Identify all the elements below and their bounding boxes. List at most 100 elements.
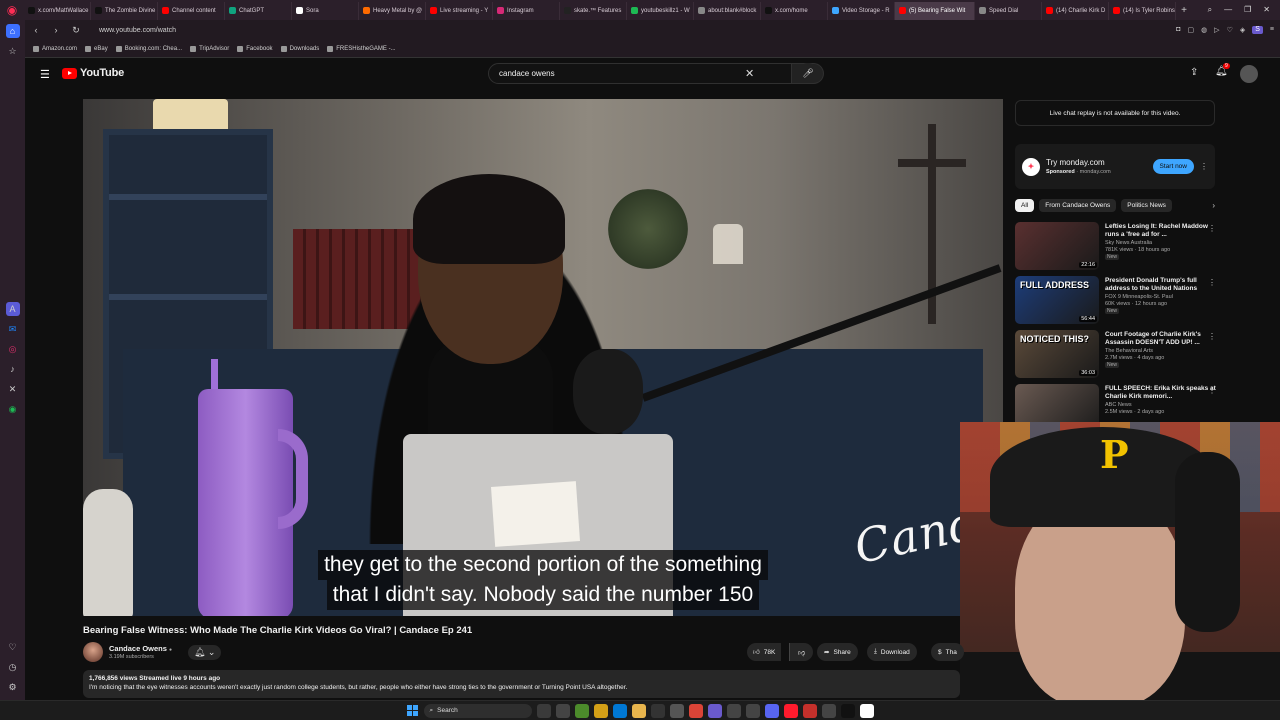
url-field[interactable]: www.youtube.com/watch xyxy=(99,27,1166,34)
browser-tab[interactable]: x.com/home xyxy=(761,1,828,20)
video-title-link[interactable]: Court Footage of Charlie Kirk's Assassin… xyxy=(1105,331,1220,347)
video-title-link[interactable]: Lefties Losing It: Rachel Maddow runs a … xyxy=(1105,223,1220,239)
minimize-icon[interactable]: — xyxy=(1224,5,1232,15)
recommended-video[interactable]: 22:16 Lefties Losing It: Rachel Maddow ru… xyxy=(1015,222,1220,276)
heart-icon[interactable]: ♡ xyxy=(6,640,20,654)
x-icon[interactable]: ✕ xyxy=(6,382,20,396)
filter-chip[interactable]: All xyxy=(1015,198,1035,212)
channel-avatar[interactable] xyxy=(83,642,103,662)
video-thumbnail[interactable]: FULL ADDRESS 56:44 xyxy=(1015,276,1099,324)
hamburger-menu-icon[interactable]: ☰ xyxy=(40,68,50,81)
taskbar-app-9-icon[interactable] xyxy=(688,703,703,718)
forward-icon[interactable]: › xyxy=(51,25,61,35)
browser-tab[interactable]: Live streaming - Y xyxy=(426,1,493,20)
recommended-video[interactable]: FULL ADDRESS 56:44 President Donald Trump'… xyxy=(1015,276,1220,330)
browser-tab[interactable]: (14) Is Tyler Robins xyxy=(1109,1,1176,20)
bookmark-item[interactable]: Booking.com: Chea... xyxy=(115,45,182,52)
video-channel[interactable]: ABC News xyxy=(1105,402,1220,408)
home-icon[interactable]: ⌂ xyxy=(5,24,20,38)
clear-search-icon[interactable]: ✕ xyxy=(745,67,754,80)
messenger-icon[interactable]: ✉ xyxy=(6,322,20,336)
video-player[interactable]: Candace they get to the second portion o… xyxy=(83,99,1003,616)
more-vert-icon[interactable]: ⋮ xyxy=(1208,332,1216,341)
taskbar-app-16-icon[interactable] xyxy=(821,703,836,718)
bookmark-item[interactable]: Amazon.com xyxy=(33,45,77,52)
browser-tab[interactable]: (5) Bearing False Wit xyxy=(895,1,975,20)
browser-tab[interactable]: about:blank#block xyxy=(694,1,761,20)
channel-name[interactable]: Candace Owens ● xyxy=(109,644,172,653)
menu-icon[interactable]: ≡ xyxy=(1270,26,1274,34)
start-now-button[interactable]: Start now xyxy=(1152,159,1194,174)
new-tab-button[interactable]: + xyxy=(1176,5,1192,16)
browser-tab[interactable]: Instagram xyxy=(493,1,560,20)
video-channel[interactable]: The Behavioral Arts xyxy=(1105,348,1220,354)
history-icon[interactable]: ◷ xyxy=(6,660,20,674)
like-button[interactable]: 👍︎ 78K xyxy=(747,643,782,661)
taskbar-app-11-icon[interactable] xyxy=(726,703,741,718)
play-icon[interactable]: ▷ xyxy=(1214,26,1219,34)
video-title-link[interactable]: FULL SPEECH: Erika Kirk speaks at Charli… xyxy=(1105,385,1220,401)
video-thumbnail[interactable] xyxy=(1015,384,1099,422)
more-vert-icon[interactable]: ⋮ xyxy=(1208,224,1216,233)
bookmark-item[interactable]: Downloads xyxy=(280,45,319,52)
sponsored-ad[interactable]: ✦ Try monday.com Sponsored · monday.com … xyxy=(1015,144,1215,189)
browser-tab[interactable]: ChatGPT xyxy=(225,1,292,20)
video-thumbnail[interactable]: NOTICED THIS? 36:03 xyxy=(1015,330,1099,378)
taskbar-app-14-icon[interactable] xyxy=(783,703,798,718)
download-button[interactable]: ⤓ Download xyxy=(867,643,917,661)
extension-badge[interactable]: S xyxy=(1252,26,1263,34)
taskbar-app-13-icon[interactable] xyxy=(764,703,779,718)
reload-icon[interactable]: ↻ xyxy=(71,25,81,36)
taskbar-app-3-icon[interactable] xyxy=(574,703,589,718)
taskbar-app-4-icon[interactable] xyxy=(593,703,608,718)
taskbar-app-12-icon[interactable] xyxy=(745,703,760,718)
more-vert-icon[interactable]: ⋮ xyxy=(1200,162,1208,171)
video-title-link[interactable]: President Donald Trump's full address to… xyxy=(1105,277,1220,293)
bookmark-item[interactable]: TripAdvisor xyxy=(190,45,229,52)
taskbar-app-6-icon[interactable] xyxy=(631,703,646,718)
browser-tab[interactable]: Channel content xyxy=(158,1,225,20)
camera-icon[interactable]: ◘ xyxy=(1176,26,1180,34)
taskbar-search[interactable]: ⌕ Search xyxy=(423,703,532,718)
browser-tab[interactable]: Speed Dial xyxy=(975,1,1042,20)
shield-icon[interactable]: ◈ xyxy=(1240,26,1245,34)
browser-tab[interactable]: youtubeskillz1 - W xyxy=(627,1,694,20)
aria-icon[interactable]: A xyxy=(5,302,20,316)
taskbar-app-8-icon[interactable] xyxy=(669,703,684,718)
youtube-logo[interactable]: YouTube xyxy=(62,67,124,79)
bookmark-item[interactable]: Facebook xyxy=(237,45,273,52)
video-channel[interactable]: FOX 9 Minneapolis-St. Paul xyxy=(1105,294,1220,300)
browser-tab[interactable]: Sora xyxy=(292,1,359,20)
browser-tab[interactable]: Video Storage - R xyxy=(828,1,895,20)
recommended-video[interactable]: FULL SPEECH: Erika Kirk speaks at Charli… xyxy=(1015,384,1220,422)
snapshot-icon[interactable]: ▢ xyxy=(1187,26,1194,34)
share-button[interactable]: ➦ Share xyxy=(817,643,858,661)
star-icon[interactable]: ☆ xyxy=(6,44,20,58)
tiktok-icon[interactable]: ♪ xyxy=(6,362,20,376)
voice-search-button[interactable]: 🎤︎ xyxy=(798,63,818,83)
settings-icon[interactable]: ⚙ xyxy=(6,680,20,694)
taskbar-app-15-icon[interactable] xyxy=(802,703,817,718)
instagram-icon[interactable]: ◎ xyxy=(6,342,20,356)
subscribe-bell-button[interactable]: 🔔︎ ⌄ xyxy=(188,645,222,660)
filter-chip[interactable]: Politics News xyxy=(1121,198,1172,212)
taskbar-app-18-icon[interactable] xyxy=(859,703,874,718)
vpn-icon[interactable]: ◍ xyxy=(1201,26,1207,34)
more-vert-icon[interactable]: ⋮ xyxy=(1208,386,1216,395)
bookmark-item[interactable]: eBay xyxy=(85,45,108,52)
heart-bookmark-icon[interactable]: ♡ xyxy=(1227,26,1233,34)
opera-logo-icon[interactable]: ◉ xyxy=(0,0,24,20)
taskbar-app-5-icon[interactable] xyxy=(612,703,627,718)
close-icon[interactable]: ✕ xyxy=(1263,5,1270,15)
taskbar-app-17-icon[interactable] xyxy=(840,703,855,718)
browser-tab[interactable]: x.com/MattWallace xyxy=(24,1,91,20)
dislike-button[interactable]: 👎︎ xyxy=(789,643,813,661)
description-box[interactable]: 1,766,856 views Streamed live 9 hours ag… xyxy=(83,670,960,698)
video-channel[interactable]: Sky News Australia xyxy=(1105,240,1220,246)
browser-tab[interactable]: The Zombie Divine xyxy=(91,1,158,20)
recommended-video[interactable]: NOTICED THIS? 36:03 Court Footage of Charl… xyxy=(1015,330,1220,384)
taskbar-app-7-icon[interactable] xyxy=(650,703,665,718)
taskbar-app-10-icon[interactable] xyxy=(707,703,722,718)
search-tabs-icon[interactable]: ⌕ xyxy=(1208,5,1212,15)
browser-tab[interactable]: (14) Charlie Kirk D xyxy=(1042,1,1109,20)
